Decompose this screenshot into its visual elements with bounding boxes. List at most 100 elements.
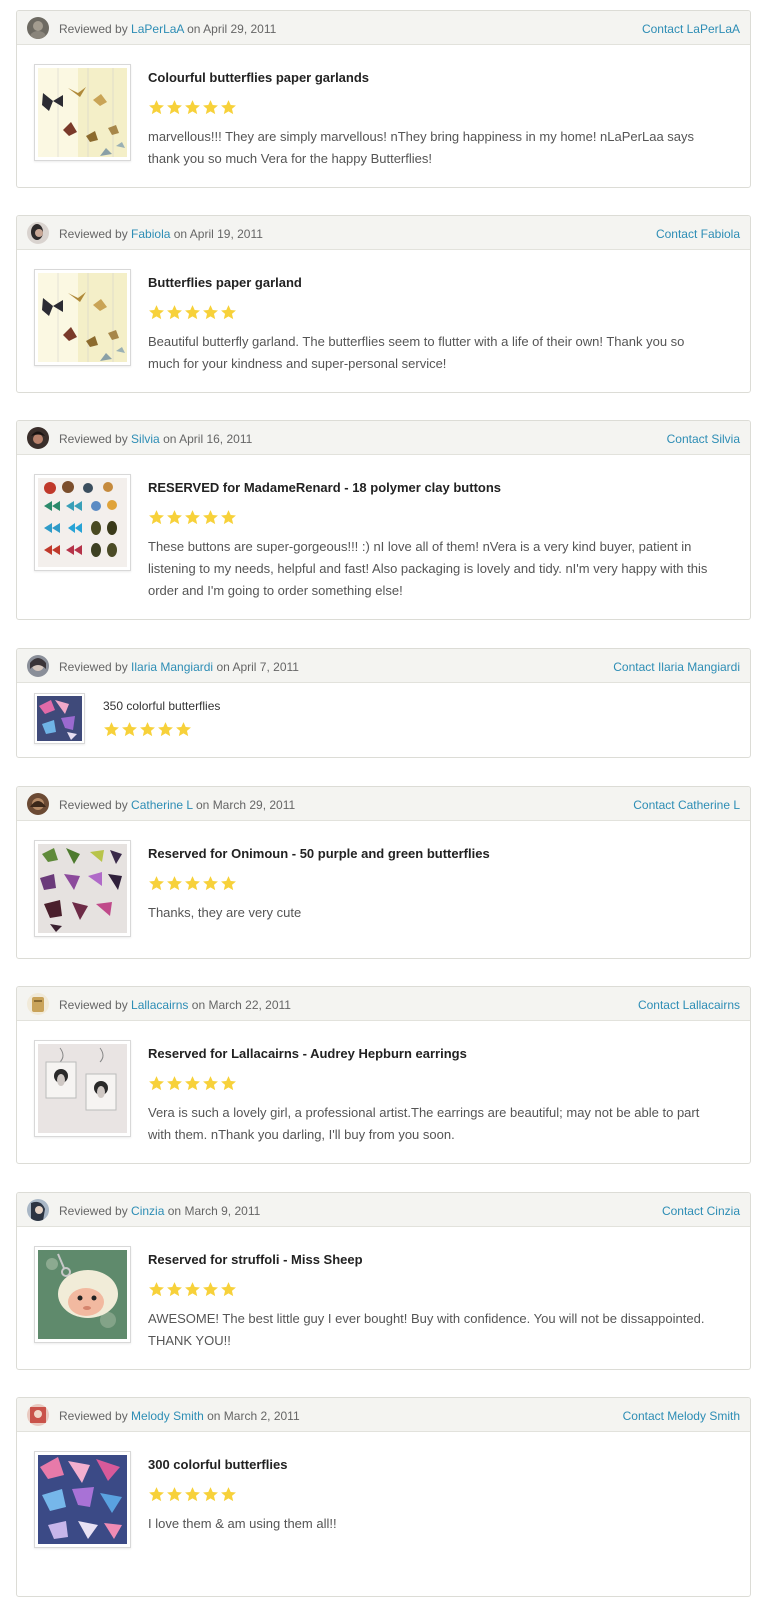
avatar[interactable] — [27, 427, 49, 449]
reviewer-link[interactable]: LaPerLaA — [131, 22, 184, 36]
avatar[interactable] — [27, 222, 49, 244]
reviewer-link[interactable]: Cinzia — [131, 1204, 164, 1218]
reviewer-link[interactable]: Melody Smith — [131, 1409, 204, 1423]
reviewer-link[interactable]: Silvia — [131, 432, 160, 446]
star-icon — [166, 875, 183, 892]
reviewed-by-line: Reviewed by Melody Smith on March 2, 201… — [59, 1409, 300, 1423]
review-header: Reviewed by Silvia on April 16, 2011 Con… — [17, 421, 750, 455]
star-icon — [148, 875, 165, 892]
review-text: Thanks, they are very cute — [148, 905, 302, 920]
star-icon — [184, 304, 201, 321]
contact-link[interactable]: Contact Fabiola — [656, 227, 740, 241]
contact-link[interactable]: Contact Catherine L — [633, 798, 740, 812]
listing-thumbnail[interactable] — [34, 840, 131, 937]
listing-title[interactable]: Colourful butterflies paper garlands — [148, 70, 369, 85]
avatar[interactable] — [27, 1199, 49, 1221]
review-header: Reviewed by Ilaria Mangiardi on April 7,… — [17, 649, 750, 683]
reviewed-by-label: Reviewed by — [59, 1204, 128, 1218]
star-icon — [220, 99, 237, 116]
listing-title[interactable]: 350 colorful butterflies — [103, 699, 220, 713]
listing-thumbnail[interactable] — [34, 693, 85, 744]
star-icon — [166, 509, 183, 526]
star-icon — [166, 304, 183, 321]
listing-thumbnail[interactable] — [34, 269, 131, 366]
reviewed-by-label: Reviewed by — [59, 998, 128, 1012]
review-header: Reviewed by LaPerLaA on April 29, 2011 C… — [17, 11, 750, 45]
colorful-butterflies-photo — [37, 696, 82, 741]
review-card: Reviewed by Cinzia on March 9, 2011 Cont… — [16, 1192, 751, 1370]
reviewer-link[interactable]: Lallacairns — [131, 998, 188, 1012]
contact-link[interactable]: Contact Ilaria Mangiardi — [613, 660, 740, 674]
star-icon — [166, 1486, 183, 1503]
listing-thumbnail[interactable] — [34, 474, 131, 571]
listing-title[interactable]: Butterflies paper garland — [148, 275, 302, 290]
reviewed-by-label: Reviewed by — [59, 1409, 128, 1423]
star-icon — [157, 721, 174, 738]
star-icon — [184, 509, 201, 526]
clay-buttons-photo — [38, 478, 127, 567]
review-text: I love them & am using them all!! — [148, 1516, 337, 1531]
star-icon — [220, 509, 237, 526]
star-icon — [166, 1281, 183, 1298]
reviewer-link[interactable]: Fabiola — [131, 227, 170, 241]
star-icon — [220, 1486, 237, 1503]
earrings-photo — [38, 1044, 127, 1133]
star-icon — [202, 875, 219, 892]
reviewer-link[interactable]: Catherine L — [131, 798, 193, 812]
avatar[interactable] — [27, 1404, 49, 1426]
avatar[interactable] — [27, 993, 49, 1015]
listing-thumbnail[interactable] — [34, 1040, 131, 1137]
reviewed-by-line: Reviewed by Silvia on April 16, 2011 — [59, 432, 252, 446]
contact-link[interactable]: Contact Silvia — [667, 432, 740, 446]
star-icon — [202, 509, 219, 526]
reviewed-by-line: Reviewed by Cinzia on March 9, 2011 — [59, 1204, 260, 1218]
contact-link[interactable]: Contact LaPerLaA — [642, 22, 740, 36]
listing-title[interactable]: Reserved for Onimoun - 50 purple and gre… — [148, 846, 490, 861]
listing-title[interactable]: Reserved for struffoli - Miss Sheep — [148, 1252, 363, 1267]
on-label: on — [163, 432, 177, 446]
star-icon — [220, 1281, 237, 1298]
star-icon — [103, 721, 120, 738]
star-icon — [220, 875, 237, 892]
review-header: Reviewed by Fabiola on April 19, 2011 Co… — [17, 216, 750, 250]
review-card: Reviewed by Ilaria Mangiardi on April 7,… — [16, 648, 751, 758]
reviewed-by-label: Reviewed by — [59, 227, 128, 241]
avatar[interactable] — [27, 17, 49, 39]
review-text: marvellous!!! They are simply marvellous… — [148, 129, 695, 166]
review-card: Reviewed by Melody Smith on March 2, 201… — [16, 1397, 751, 1597]
review-date: March 2, 2011 — [223, 1409, 300, 1423]
star-icon — [148, 304, 165, 321]
listing-title[interactable]: Reserved for Lallacairns - Audrey Hepbur… — [148, 1046, 467, 1061]
contact-link[interactable]: Contact Cinzia — [662, 1204, 740, 1218]
reviewed-by-label: Reviewed by — [59, 22, 128, 36]
contact-link[interactable]: Contact Lallacairns — [638, 998, 740, 1012]
avatar[interactable] — [27, 793, 49, 815]
listing-title[interactable]: 300 colorful butterflies — [148, 1457, 287, 1472]
star-icon — [220, 1075, 237, 1092]
star-icon — [202, 304, 219, 321]
butterfly-garland-photo — [38, 273, 127, 362]
star-icon — [184, 99, 201, 116]
listing-title[interactable]: RESERVED for MadameRenard - 18 polymer c… — [148, 480, 501, 495]
review-date: April 7, 2011 — [232, 660, 299, 674]
review-text: Beautiful butterfly garland. The butterf… — [148, 334, 685, 371]
on-label: on — [207, 1409, 221, 1423]
listing-thumbnail[interactable] — [34, 1246, 131, 1343]
review-date: March 22, 2011 — [208, 998, 291, 1012]
listing-thumbnail[interactable] — [34, 64, 131, 161]
on-label: on — [173, 227, 188, 241]
star-icon — [148, 509, 165, 526]
star-rating — [148, 509, 238, 527]
star-rating — [148, 99, 238, 117]
review-text: AWESOME! The best little guy I ever boug… — [148, 1311, 705, 1348]
reviewed-by-label: Reviewed by — [59, 660, 128, 674]
review-header: Reviewed by Lallacairns on March 22, 201… — [17, 987, 750, 1021]
avatar[interactable] — [27, 655, 49, 677]
review-text: These buttons are super-gorgeous!!! :) n… — [148, 539, 708, 598]
star-icon — [220, 304, 237, 321]
reviewer-link[interactable]: Ilaria Mangiardi — [131, 660, 213, 674]
listing-thumbnail[interactable] — [34, 1451, 131, 1548]
star-rating — [148, 1075, 238, 1093]
contact-link[interactable]: Contact Melody Smith — [623, 1409, 740, 1423]
star-icon — [202, 1075, 219, 1092]
